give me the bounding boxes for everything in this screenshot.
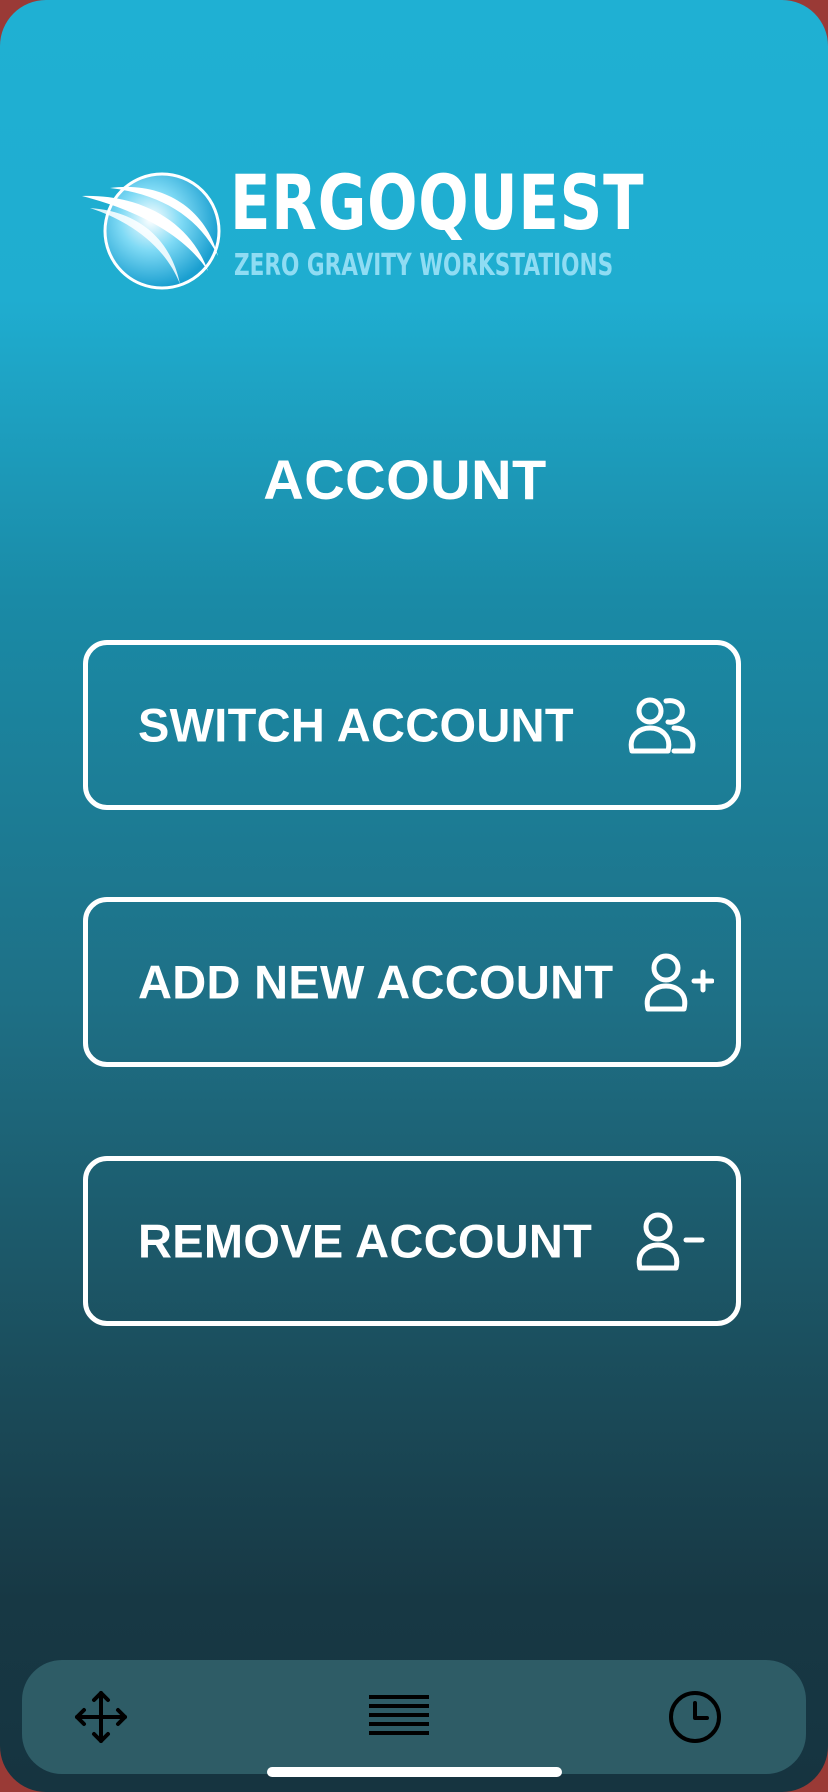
home-indicator[interactable] — [267, 1767, 562, 1777]
menu-lines-icon — [369, 1695, 429, 1735]
switch-account-label: SWITCH ACCOUNT — [138, 698, 574, 752]
add-new-account-button[interactable]: ADD NEW ACCOUNT — [83, 897, 741, 1067]
globe-swoosh-icon — [82, 172, 221, 290]
remove-account-button[interactable]: REMOVE ACCOUNT — [83, 1156, 741, 1326]
switch-account-button[interactable]: SWITCH ACCOUNT — [83, 640, 741, 810]
nav-move-button[interactable] — [46, 1660, 156, 1774]
user-plus-icon — [644, 953, 714, 1012]
nav-clock-button[interactable] — [640, 1660, 750, 1774]
account-screen: ERGOQUEST ZERO GRAVITY WORKSTATIONS ACCO… — [0, 0, 828, 1792]
move-arrows-icon — [75, 1691, 127, 1743]
brand-name: ERGOQUEST — [230, 158, 645, 247]
users-icon — [628, 697, 696, 754]
add-new-account-label: ADD NEW ACCOUNT — [138, 955, 614, 1009]
nav-menu-button[interactable] — [344, 1660, 454, 1774]
brand-tagline: ZERO GRAVITY WORKSTATIONS — [234, 248, 614, 283]
bottom-nav-bar — [22, 1660, 806, 1774]
ergoquest-logo: ERGOQUEST ZERO GRAVITY WORKSTATIONS — [80, 160, 680, 300]
page-title: ACCOUNT — [263, 448, 547, 511]
clock-icon — [669, 1691, 721, 1743]
remove-account-label: REMOVE ACCOUNT — [138, 1214, 593, 1268]
user-minus-icon — [636, 1212, 705, 1271]
